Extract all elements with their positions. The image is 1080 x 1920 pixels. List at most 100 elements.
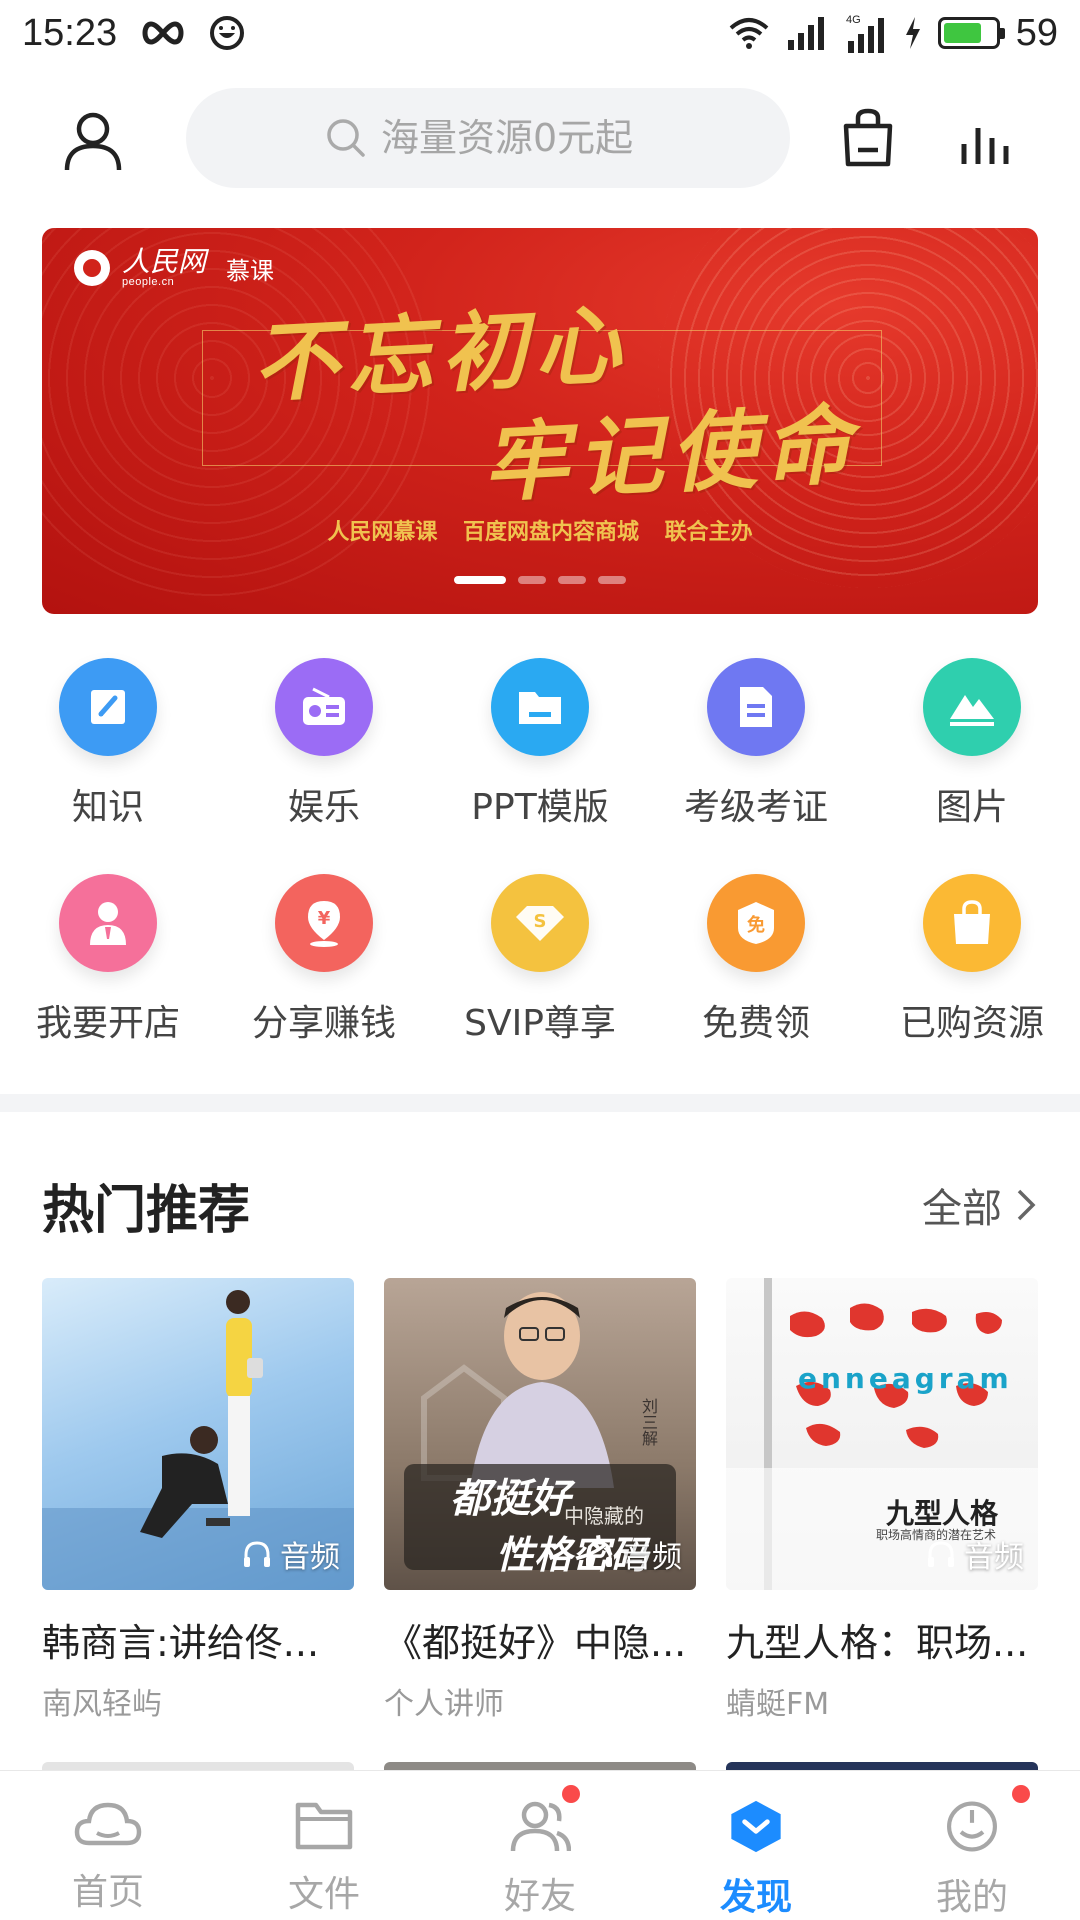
stats-icon[interactable] — [958, 114, 1014, 166]
headphones-icon — [586, 1541, 612, 1567]
card-author: 蜻蜓FM — [726, 1687, 830, 1722]
battery-icon — [937, 17, 1005, 49]
discover-icon — [731, 1800, 781, 1853]
notification-dot — [1012, 1785, 1030, 1803]
card-author: 个人讲师 — [384, 1687, 504, 1722]
category-svip[interactable]: S SVIP尊享 — [432, 874, 648, 1090]
audio-badge: 音频 — [584, 1532, 682, 1576]
category-entertainment[interactable]: 娱乐 — [216, 658, 432, 874]
svg-text:4G: 4G — [846, 14, 861, 26]
card-title: 《都挺好》中隐... — [384, 1621, 687, 1665]
hot-card[interactable]: 音频 韩商言:讲给佟... 南风轻屿 — [42, 1278, 354, 1723]
category-label: 已购资源 — [899, 1003, 1044, 1044]
view-all-link[interactable]: 全部 — [922, 1176, 1036, 1234]
notification-dot — [562, 1785, 580, 1803]
card-title: 韩商言:讲给佟... — [42, 1621, 320, 1665]
section-title: 热门推荐 — [42, 1181, 251, 1241]
book-english-title: enneagram — [798, 1362, 1013, 1395]
document-icon — [707, 658, 805, 756]
carousel-dot[interactable] — [518, 576, 546, 584]
cloud-icon — [74, 1802, 142, 1846]
hot-list: 音频 韩商言:讲给佟... 南风轻屿 都挺好 中隐藏的 性格密码 刘三解 音频 — [42, 1278, 1038, 1723]
section-divider — [0, 1094, 1080, 1112]
search-box[interactable] — [186, 88, 790, 188]
header — [0, 84, 1080, 194]
category-label: 我要开店 — [35, 1003, 180, 1044]
profile-icon — [947, 1801, 997, 1852]
folder-icon — [491, 658, 589, 756]
tab-friends[interactable]: 好友 — [432, 1771, 648, 1920]
view-all-label: 全部 — [922, 1186, 1002, 1232]
brand-course: 慕课 — [226, 256, 275, 285]
category-label: 图片 — [935, 787, 1008, 828]
category-knowledge[interactable]: 知识 — [0, 658, 216, 874]
carousel-dot[interactable] — [454, 576, 506, 584]
mountain-icon — [923, 658, 1021, 756]
people-logo-icon — [74, 250, 110, 286]
infinity-icon — [142, 21, 184, 45]
search-input[interactable] — [381, 116, 651, 160]
tab-me[interactable]: 我的 — [864, 1771, 1080, 1920]
svg-text:免: 免 — [747, 914, 765, 936]
badge-label: 音频 — [964, 1540, 1024, 1575]
category-label: SVIP尊享 — [464, 1003, 616, 1044]
tab-home[interactable]: 首页 — [0, 1771, 216, 1920]
card-thumbnail: enneagram 九型人格 职场高情商的潜在艺术 音频 — [726, 1278, 1038, 1590]
category-grid: 知识 娱乐 PPT模版 考级考证 图片 我要开店 ¥ 分享赚钱 S SVIP尊享… — [0, 658, 1080, 1090]
carousel-dot[interactable] — [558, 576, 586, 584]
category-label: 免费领 — [701, 1003, 810, 1044]
wifi-icon — [729, 18, 769, 49]
category-open-shop[interactable]: 我要开店 — [0, 874, 216, 1090]
category-label: 分享赚钱 — [251, 1003, 396, 1044]
banner-subtitle: 人民网慕课 百度网盘内容商城 联合主办 — [327, 519, 753, 545]
shopping-bag-icon — [923, 874, 1021, 972]
user-icon[interactable] — [62, 110, 124, 172]
signal-4g-icon: 4G — [846, 14, 884, 53]
carousel-indicator — [42, 576, 1038, 584]
chevron-right-icon — [1017, 1189, 1036, 1221]
tab-label: 首页 — [71, 1872, 144, 1913]
card-thumbnail: 都挺好 中隐藏的 性格密码 刘三解 音频 — [384, 1278, 696, 1590]
audio-badge: 音频 — [926, 1532, 1024, 1576]
free-icon: 免 — [707, 874, 805, 972]
category-purchased[interactable]: 已购资源 — [864, 874, 1080, 1090]
category-share-earn[interactable]: ¥ 分享赚钱 — [216, 874, 432, 1090]
svg-text:S: S — [534, 911, 547, 932]
banner-brand: 人民网 people.cn 慕课 — [74, 248, 274, 288]
hot-card[interactable]: enneagram 九型人格 职场高情商的潜在艺术 音频 九型人格：职场... … — [726, 1278, 1038, 1723]
card-author: 南风轻屿 — [42, 1687, 162, 1722]
category-free[interactable]: 免 免费领 — [648, 874, 864, 1090]
thumb-side-name: 刘三解 — [639, 1398, 658, 1446]
category-label: 知识 — [71, 787, 144, 828]
tab-files[interactable]: 文件 — [216, 1771, 432, 1920]
thumb-caption-main: 都挺好 — [450, 1475, 570, 1522]
svg-text:¥: ¥ — [318, 908, 331, 929]
category-label: 考级考证 — [683, 787, 828, 828]
search-icon — [327, 119, 365, 157]
hot-card[interactable]: 都挺好 中隐藏的 性格密码 刘三解 音频 《都挺好》中隐... 个人讲师 — [384, 1278, 696, 1723]
tab-label: 发现 — [719, 1877, 792, 1918]
category-label: 娱乐 — [287, 787, 360, 828]
category-label: PPT模版 — [471, 787, 609, 828]
shop-owner-icon — [59, 874, 157, 972]
signal-icon — [787, 17, 824, 50]
banner-headline-2: 牢记使命 — [480, 394, 861, 515]
bottom-tab-bar: 首页 文件 好友 发现 我的 — [0, 1770, 1080, 1920]
brand-name: 人民网 — [122, 245, 207, 278]
tab-label: 好友 — [503, 1876, 576, 1917]
card-title: 九型人格：职场... — [726, 1621, 1029, 1665]
money-pin-icon: ¥ — [275, 874, 373, 972]
category-exam[interactable]: 考级考证 — [648, 658, 864, 874]
tab-discover[interactable]: 发现 — [648, 1771, 864, 1920]
category-ppt[interactable]: PPT模版 — [432, 658, 648, 874]
tab-label: 我的 — [935, 1877, 1008, 1918]
promo-banner[interactable]: 人民网 people.cn 慕课 不忘初心 牢记使命 人民网慕课 百度网盘内容商… — [42, 228, 1038, 614]
badge-label: 音频 — [280, 1540, 340, 1575]
diamond-icon: S — [491, 874, 589, 972]
shopping-bag-icon[interactable] — [838, 108, 898, 168]
card-thumbnail: 音频 — [42, 1278, 354, 1590]
category-images[interactable]: 图片 — [864, 658, 1080, 874]
carousel-dot[interactable] — [598, 576, 626, 584]
charging-icon — [905, 17, 920, 49]
tab-label: 文件 — [287, 1874, 360, 1915]
